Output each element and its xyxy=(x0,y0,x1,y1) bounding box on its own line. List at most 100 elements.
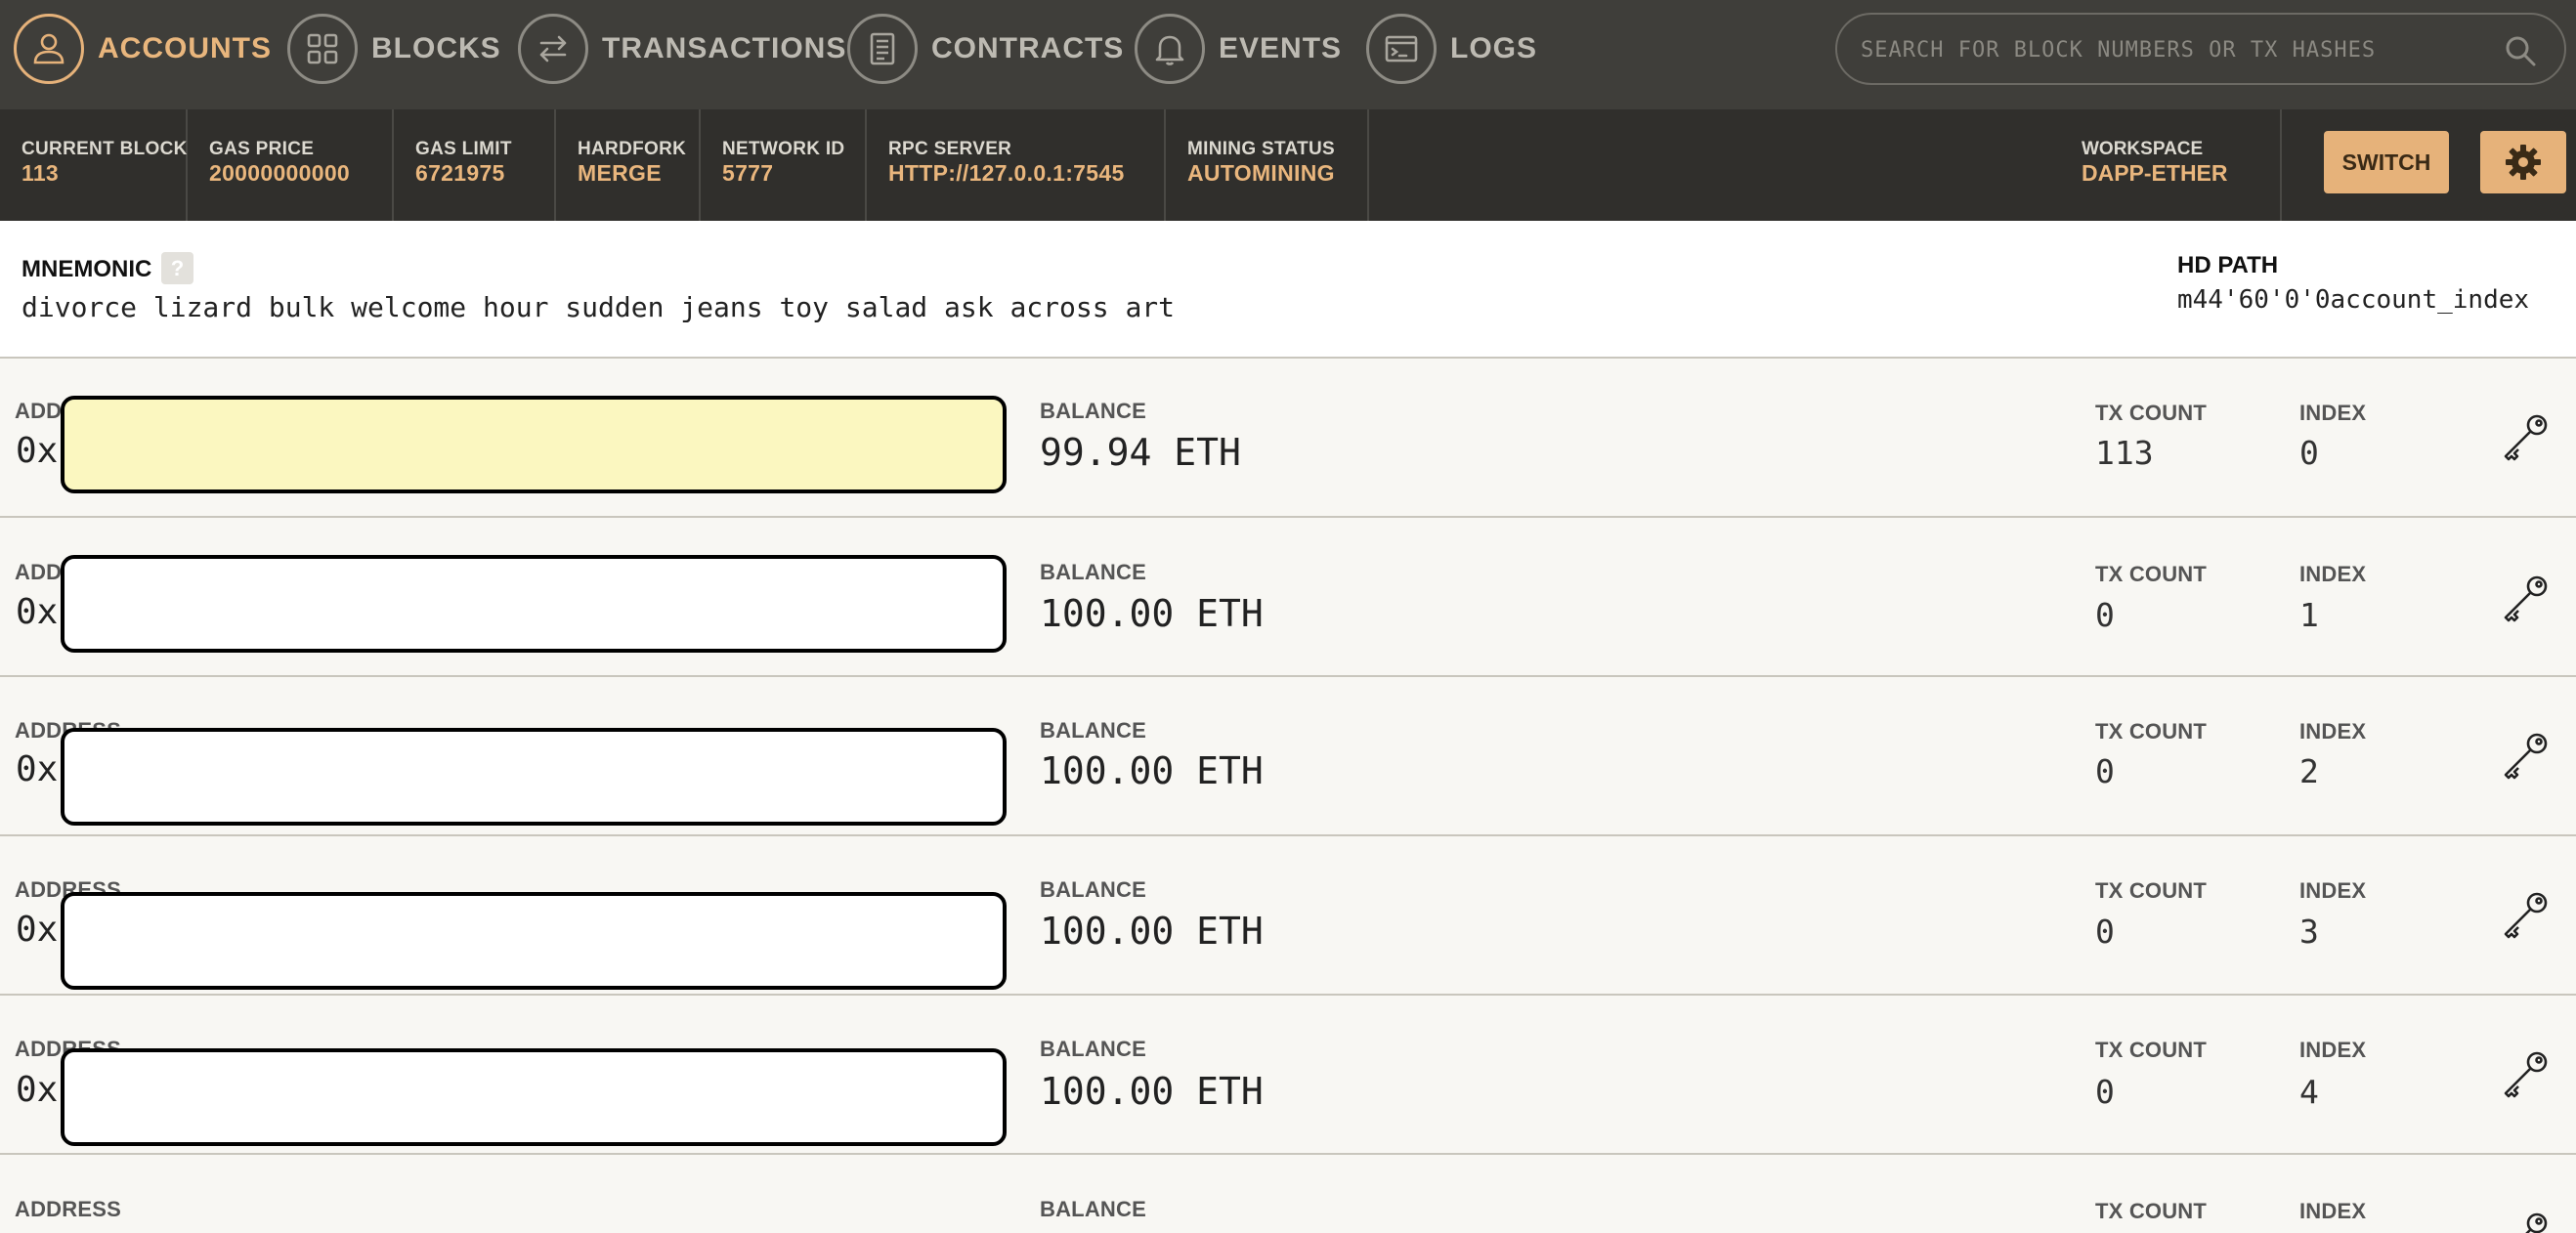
mnemonic-label: MNEMONIC xyxy=(21,256,152,282)
stat-value: 5777 xyxy=(722,160,774,186)
tx-count-value: 0 xyxy=(2095,596,2115,634)
index-label: INDEX xyxy=(2299,1199,2367,1223)
nav-events[interactable]: EVENTS xyxy=(1135,14,1342,84)
balance-label: BALANCE xyxy=(1040,718,1146,743)
balance-label: BALANCE xyxy=(1040,1037,1146,1061)
search-icon[interactable] xyxy=(2502,32,2539,69)
balance-label: BALANCE xyxy=(1040,877,1146,902)
mnemonic-words: divorce lizard bulk welcome hour sudden … xyxy=(21,291,1176,323)
user-icon xyxy=(14,14,84,84)
account-row[interactable]: ADDRESS 0x BALANCE 99.94 ETH TX COUNT 11… xyxy=(0,359,2576,518)
balance-label: BALANCE xyxy=(1040,1197,1146,1221)
nav-logs[interactable]: LOGS xyxy=(1366,14,1537,84)
index-value: 3 xyxy=(2299,913,2319,951)
key-icon[interactable] xyxy=(2500,411,2551,462)
address-value: 0x xyxy=(16,431,59,471)
address-redaction-box xyxy=(61,1048,1007,1146)
switch-workspace-button[interactable]: SWITCH xyxy=(2324,131,2449,193)
stat-label: GAS LIMIT xyxy=(415,139,512,159)
tx-count-label: TX COUNT xyxy=(2095,1199,2208,1223)
balance-value: 100.00 ETH xyxy=(1040,592,1264,635)
index-value: 0 xyxy=(2299,434,2319,472)
gear-icon xyxy=(2506,145,2541,180)
tx-count-label: TX COUNT xyxy=(2095,401,2208,425)
stat-label: GAS PRICE xyxy=(209,139,315,159)
stat-value: HTTP://127.0.0.1:7545 xyxy=(888,160,1125,186)
bell-icon xyxy=(1135,14,1205,84)
nav-transactions-label: TRANSACTIONS xyxy=(602,32,847,64)
account-row[interactable]: ADDRESS 0x BALANCE 100.00 ETH TX COUNT 0… xyxy=(0,518,2576,677)
stat-value: 113 xyxy=(21,160,60,186)
address-value: 0x xyxy=(16,910,59,950)
nav-transactions[interactable]: TRANSACTIONS xyxy=(518,14,846,84)
key-icon[interactable] xyxy=(2500,1210,2551,1233)
nav-events-label: EVENTS xyxy=(1219,32,1343,64)
index-label: INDEX xyxy=(2299,719,2367,744)
index-label: INDEX xyxy=(2299,878,2367,903)
nav-blocks-label: BLOCKS xyxy=(371,32,501,64)
index-label: INDEX xyxy=(2299,1038,2367,1062)
swap-arrows-icon xyxy=(518,14,588,84)
nav-contracts[interactable]: CONTRACTS xyxy=(847,14,1124,84)
workspace-label: WORKSPACE xyxy=(2082,139,2204,159)
key-icon[interactable] xyxy=(2500,1048,2551,1099)
nav-logs-label: LOGS xyxy=(1450,32,1538,64)
hd-path-value: m44'60'0'0account_index xyxy=(2177,285,2530,315)
nav-accounts[interactable]: ACCOUNTS xyxy=(14,14,272,84)
address-value: 0x xyxy=(16,592,59,632)
stat-value: AUTOMINING xyxy=(1187,160,1335,186)
search-input[interactable] xyxy=(1861,32,2486,67)
tx-count-value: 0 xyxy=(2095,1073,2115,1111)
settings-button[interactable] xyxy=(2480,131,2566,193)
balance-value: 100.00 ETH xyxy=(1040,910,1264,953)
search-box xyxy=(1835,13,2566,85)
index-value: 1 xyxy=(2299,596,2319,634)
stat-label: MINING STATUS xyxy=(1187,139,1335,159)
address-value: 0x xyxy=(16,749,59,789)
tx-count-value: 113 xyxy=(2095,434,2154,472)
stat-label: HARDFORK xyxy=(578,139,687,159)
tx-count-value: 0 xyxy=(2095,752,2115,790)
stat-value: MERGE xyxy=(578,160,662,186)
stat-network-id: NETWORK ID 5777 xyxy=(701,109,867,221)
address-redaction-box xyxy=(61,728,1007,826)
key-icon[interactable] xyxy=(2500,573,2551,623)
index-label: INDEX xyxy=(2299,562,2367,586)
stat-label: CURRENT BLOCK xyxy=(21,139,188,159)
mnemonic-panel: MNEMONIC ? divorce lizard bulk welcome h… xyxy=(0,221,2576,359)
workspace-name: DAPP-ETHER xyxy=(2082,160,2228,186)
document-icon xyxy=(847,14,918,84)
grid-icon xyxy=(287,14,358,84)
tx-count-label: TX COUNT xyxy=(2095,719,2208,744)
stat-hardfork: HARDFORK MERGE xyxy=(556,109,701,221)
index-value: 4 xyxy=(2299,1073,2319,1111)
hd-path-label: HD PATH xyxy=(2177,252,2279,278)
index-label: INDEX xyxy=(2299,401,2367,425)
nav-contracts-label: CONTRACTS xyxy=(931,32,1125,64)
balance-label: BALANCE xyxy=(1040,560,1146,584)
terminal-icon xyxy=(1366,14,1437,84)
address-redaction-box xyxy=(61,892,1007,990)
help-icon[interactable]: ? xyxy=(161,252,193,284)
tx-count-label: TX COUNT xyxy=(2095,562,2208,586)
address-redaction-box xyxy=(61,555,1007,653)
account-row[interactable]: ADDRESS 0x BALANCE 100.00 ETH TX COUNT 0… xyxy=(0,996,2576,1155)
account-row[interactable]: ADDRESS BALANCE TX COUNT INDEX xyxy=(0,1155,2576,1233)
balance-value: 99.94 ETH xyxy=(1040,431,1241,474)
stat-gas-price: GAS PRICE 20000000000 xyxy=(188,109,394,221)
balance-label: BALANCE xyxy=(1040,399,1146,423)
stat-label: RPC SERVER xyxy=(888,139,1012,159)
stat-mining-status: MINING STATUS AUTOMINING xyxy=(1166,109,1369,221)
account-row[interactable]: ADDRESS 0x BALANCE 100.00 ETH TX COUNT 0… xyxy=(0,677,2576,836)
key-icon[interactable] xyxy=(2500,730,2551,781)
stat-value: 20000000000 xyxy=(209,160,351,186)
divider xyxy=(2280,109,2282,221)
stat-label: NETWORK ID xyxy=(722,139,845,159)
account-row[interactable]: ADDRESS 0x BALANCE 100.00 ETH TX COUNT 0… xyxy=(0,836,2576,996)
nav-blocks[interactable]: BLOCKS xyxy=(287,14,501,84)
stat-rpc-server: RPC SERVER HTTP://127.0.0.1:7545 xyxy=(867,109,1166,221)
nav-accounts-label: ACCOUNTS xyxy=(98,32,272,64)
stat-current-block: CURRENT BLOCK 113 xyxy=(0,109,188,221)
key-icon[interactable] xyxy=(2500,889,2551,940)
stat-value: 6721975 xyxy=(415,160,505,186)
